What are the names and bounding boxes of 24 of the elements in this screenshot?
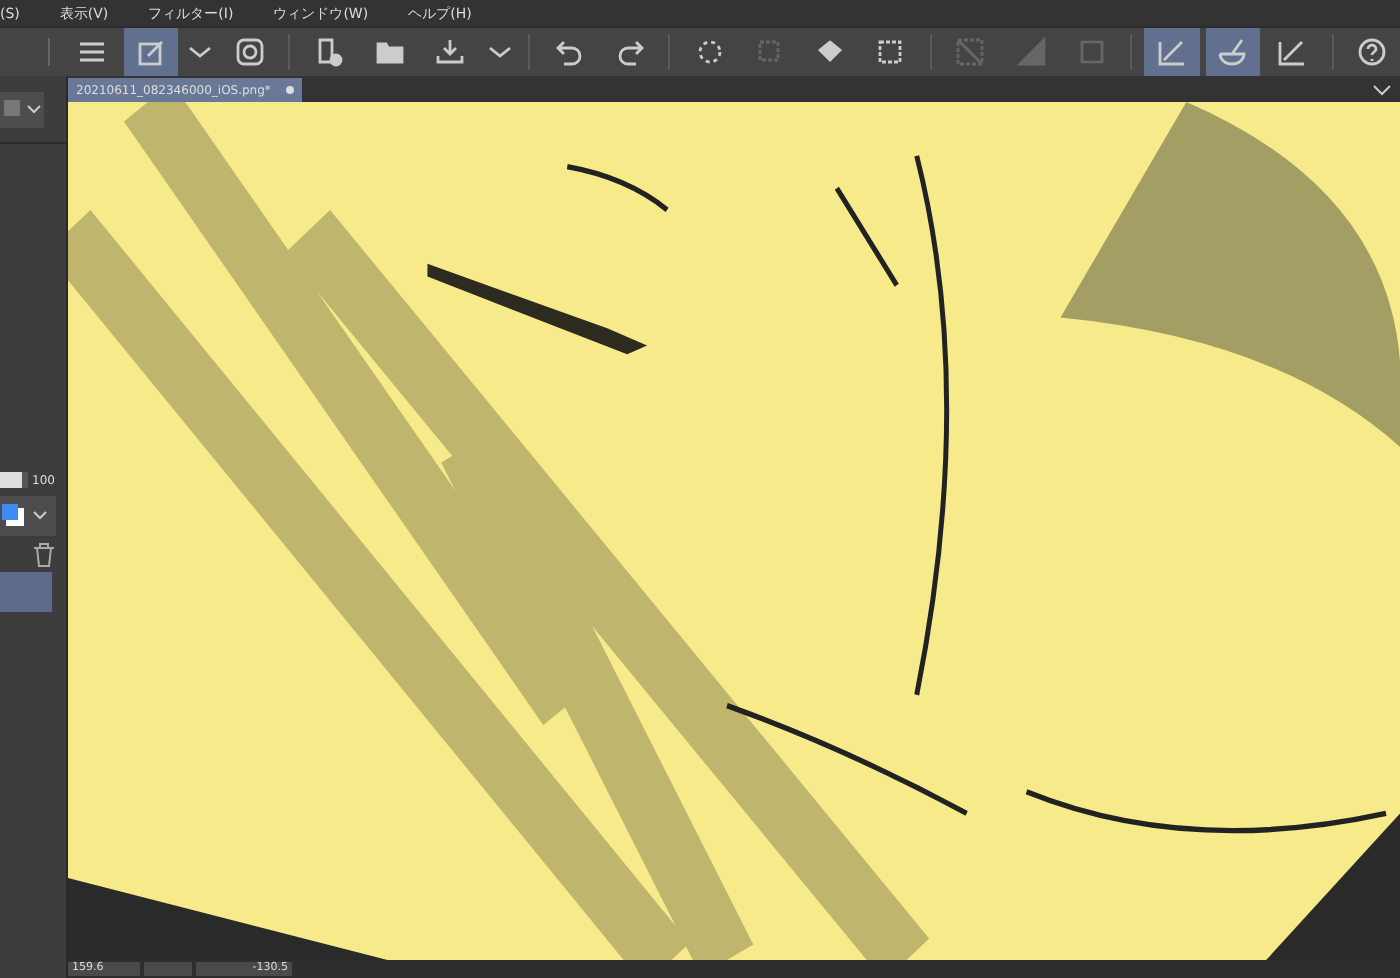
unsaved-dot-icon [286, 86, 295, 94]
toolbar-button[interactable] [124, 28, 179, 76]
triangle-icon [1015, 36, 1048, 68]
square-icon [1075, 36, 1108, 68]
opacity-slider[interactable] [0, 472, 28, 488]
caret-icon[interactable] [1372, 82, 1392, 98]
ruler-pen-icon [1276, 36, 1309, 68]
export-tray-icon [434, 36, 467, 68]
bowl-pen-icon [1216, 36, 1249, 68]
toolbar-button[interactable] [1144, 28, 1200, 76]
redo-icon [613, 36, 646, 68]
trash-icon[interactable] [32, 541, 56, 567]
layer-dropdown[interactable] [0, 92, 44, 128]
dotted-square-icon [874, 36, 907, 68]
pen-square-icon [135, 36, 168, 68]
status-field[interactable] [144, 962, 192, 976]
ruler-pen-icon [1155, 36, 1188, 68]
undo-icon [553, 36, 586, 68]
toolbar-button[interactable] [1205, 28, 1260, 76]
diagonal-square-icon [954, 36, 987, 68]
color-dropdown[interactable] [0, 496, 56, 536]
dotted-circle-icon [693, 36, 726, 68]
new-document-icon [314, 36, 347, 68]
help-icon [1356, 36, 1389, 68]
